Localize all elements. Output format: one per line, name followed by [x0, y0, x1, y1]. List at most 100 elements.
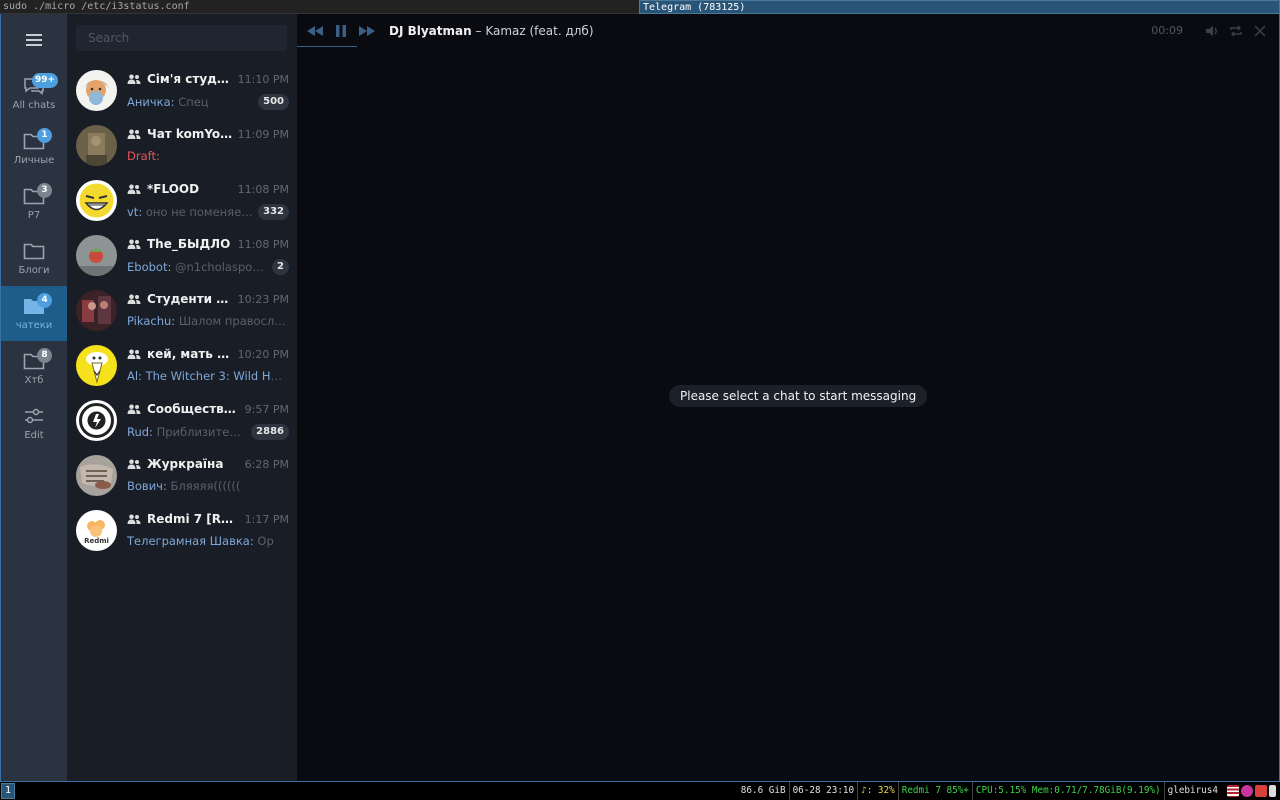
unread-count-badge: 500 — [258, 94, 289, 110]
volume-icon[interactable] — [1205, 23, 1219, 37]
previous-track-icon[interactable] — [307, 24, 323, 38]
unread-count-badge: 2 — [272, 259, 289, 275]
folder-item[interactable]: Блоги — [1, 231, 67, 286]
folder-label: P7 — [27, 209, 41, 221]
group-icon — [127, 239, 141, 249]
status-segment: 86.6 GiB — [738, 782, 790, 800]
chat-avatar — [76, 400, 117, 441]
group-icon — [127, 74, 141, 84]
folder-label: Хтб — [24, 374, 44, 386]
chat-row[interactable]: The_БЫДЛО 11:08 PM Ebobot: @n1cholaspool..… — [67, 230, 297, 285]
chat-avatar — [76, 70, 117, 111]
chat-name: *FLOOD — [147, 182, 200, 196]
folder-label: Личные — [13, 154, 55, 166]
unread-count-badge: 2886 — [251, 424, 289, 440]
chat-last-message: Draft: — [127, 149, 289, 163]
tray-battery-icon[interactable] — [1269, 785, 1276, 797]
chat-name: Сообщество Р... — [147, 402, 241, 416]
chat-list-panel: Search Сім'я студентів11:10 PM Аничка: Сп… — [67, 14, 297, 781]
status-segment: Redmi 7 85%+ — [899, 782, 973, 800]
repeat-icon[interactable] — [1229, 23, 1243, 37]
message-sender: Телеграмная Шавка: — [127, 534, 254, 548]
chat-row[interactable]: Чат komYoung11:09 PM Draft: — [67, 120, 297, 175]
sliders-icon — [23, 407, 45, 425]
unread-count-badge: 332 — [258, 204, 289, 220]
chat-avatar: Redmi — [76, 510, 117, 551]
unread-badge: 8 — [37, 348, 52, 363]
folder-icon — [23, 242, 45, 260]
folder-item[interactable]: P7 3 — [1, 176, 67, 231]
folder-item[interactable]: чатеки 4 — [1, 286, 67, 341]
chat-time: 1:17 PM — [244, 512, 289, 526]
chat-row[interactable]: Сообщество Р...9:57 PM Rud: Приблизитель.… — [67, 395, 297, 450]
search-input[interactable]: Search — [76, 25, 287, 51]
chat-name: Сім'я студентів — [147, 72, 234, 86]
group-icon — [127, 184, 141, 194]
chat-name: Студенти Хмельницького — [147, 292, 234, 306]
group-icon — [127, 349, 141, 359]
draft-label: Draft: — [127, 149, 160, 163]
chat-row[interactable]: кей, мать его...10:20 PM Al: The Witcher … — [67, 340, 297, 395]
window-tab-terminal[interactable]: sudo ./micro /etc/i3status.conf — [0, 0, 639, 14]
chat-name: кей, мать его... — [147, 347, 234, 361]
main-menu-button[interactable] — [1, 14, 67, 66]
next-track-icon[interactable] — [359, 24, 375, 38]
system-tray — [1225, 785, 1276, 797]
chat-name: The_БЫДЛО — [147, 237, 231, 251]
chat-last-message: Ebobot: @n1cholaspool... — [127, 260, 268, 274]
tray-app-icon[interactable] — [1241, 785, 1253, 797]
message-preview: Ор — [257, 534, 274, 548]
chat-row[interactable]: Сім'я студентів11:10 PM Аничка: Спец 500 — [67, 65, 297, 120]
unread-badge: 3 — [37, 183, 52, 198]
message-preview: @n1cholaspool... — [174, 260, 269, 274]
status-segment: glebirus4 — [1167, 785, 1218, 796]
folder-all-chats[interactable]: All chats 99+ — [1, 66, 67, 121]
chat-last-message: vt: оно не поменяется — [127, 205, 254, 219]
chat-last-message: Pikachu: Шалом православ... — [127, 314, 289, 328]
chat-time: 6:28 PM — [244, 457, 289, 471]
tray-app-icon[interactable] — [1255, 785, 1267, 797]
message-preview: оно не поменяется — [145, 205, 255, 219]
track-separator: – — [471, 23, 486, 38]
hamburger-icon — [26, 34, 42, 46]
chat-last-message: Rud: Приблизитель... — [127, 425, 247, 439]
chat-row[interactable]: Журкраїна 6:28 PM Вович: Бляяяя(((((( — [67, 450, 297, 505]
track-title: Kamaz (feat. длб) — [485, 23, 594, 38]
status-segment: ♪: 32% — [858, 782, 899, 800]
chat-name: Журкраїна — [147, 457, 224, 471]
message-sender: Rud: — [127, 425, 153, 439]
group-icon — [127, 294, 141, 304]
chat-avatar — [76, 455, 117, 496]
folder-item[interactable]: Личные 1 — [1, 121, 67, 176]
workspace-button[interactable]: 1 — [1, 783, 15, 799]
chat-last-message: Телеграмная Шавка: Ор — [127, 534, 289, 548]
now-playing[interactable]: DJ Blyatman – Kamaz (feat. длб) — [389, 24, 594, 38]
chat-last-message: Al: The Witcher 3: Wild Hunt ... — [127, 369, 289, 383]
chat-row[interactable]: *FLOOD 11:08 PM vt: оно не поменяется 332 — [67, 175, 297, 230]
chat-list: Сім'я студентів11:10 PM Аничка: Спец 500 Ча… — [67, 65, 297, 560]
window-tab-telegram[interactable]: Telegram (783125) — [639, 0, 1280, 14]
folder-item[interactable]: Хтб 8 — [1, 341, 67, 396]
group-icon — [127, 129, 141, 139]
chat-row[interactable]: Студенти Хмельницького10:23 PM Pikachu: Ш… — [67, 285, 297, 340]
keyboard-layout-flag-icon[interactable] — [1227, 785, 1239, 797]
chat-avatar — [76, 290, 117, 331]
chat-avatar — [76, 345, 117, 386]
chat-avatar — [76, 125, 117, 166]
chat-row[interactable]: Redmi Redmi 7 [RU] [Official]1:17 PM Телег… — [67, 505, 297, 560]
group-icon — [127, 404, 141, 414]
unread-badge: 1 — [37, 128, 52, 143]
chat-time: 11:08 PM — [237, 182, 289, 196]
chat-avatar — [76, 180, 117, 221]
chat-last-message: Вович: Бляяяя(((((( — [127, 479, 289, 493]
player-progress-bar[interactable] — [297, 46, 357, 47]
message-sender: Pikachu: — [127, 314, 176, 328]
window-titlebar: sudo ./micro /etc/i3status.conf Telegram… — [0, 0, 1280, 14]
folder-edit[interactable]: Edit — [1, 396, 67, 451]
close-player-icon[interactable] — [1253, 23, 1267, 37]
chat-last-message: Аничка: Спец — [127, 95, 254, 109]
message-sender: vt: — [127, 205, 143, 219]
chat-time: 11:10 PM — [237, 72, 289, 86]
chat-time: 10:23 PM — [237, 292, 289, 306]
pause-icon[interactable] — [333, 24, 349, 38]
